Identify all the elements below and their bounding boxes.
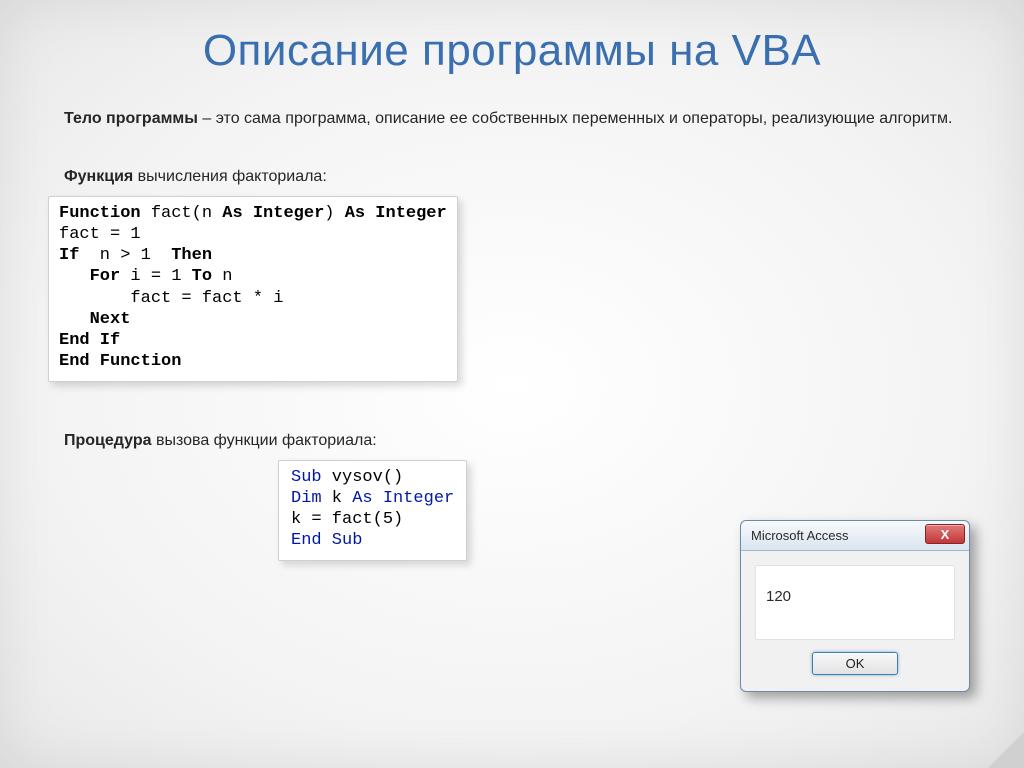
code-function-factorial: Function fact(n As Integer) As Integer f… [48, 196, 458, 382]
slide-title: Описание программы на VBA [46, 26, 978, 76]
page-curl-icon [988, 732, 1024, 768]
msgbox-titlebar[interactable]: Microsoft Access X [741, 521, 969, 551]
subheading-procedure: Процедура вызова функции факториала: [64, 432, 960, 450]
close-button[interactable]: X [925, 524, 965, 544]
intro-paragraph: Тело программы – это сама программа, опи… [64, 108, 960, 130]
msgbox-dialog: Microsoft Access X 120 OK [740, 520, 970, 692]
subheading-procedure-rest: вызова функции факториала: [152, 432, 377, 449]
subheading-function-rest: вычисления факториала: [133, 168, 327, 185]
msgbox-body: 120 OK [741, 551, 969, 691]
slide: Описание программы на VBA Тело программы… [0, 0, 1024, 768]
intro-bold: Тело программы [64, 110, 198, 127]
ok-button[interactable]: OK [812, 652, 898, 675]
close-icon: X [941, 527, 950, 542]
subheading-function: Функция вычисления факториала: [64, 168, 960, 186]
subheading-procedure-bold: Процедура [64, 432, 152, 449]
intro-rest: – это сама программа, описание ее собств… [198, 110, 953, 127]
msgbox-button-row: OK [755, 652, 955, 681]
msgbox-title: Microsoft Access [751, 528, 849, 543]
code-procedure-call: Sub vysov() Dim k As Integer k = fact(5)… [278, 460, 467, 561]
subheading-function-bold: Функция [64, 168, 133, 185]
msgbox-message: 120 [755, 565, 955, 640]
